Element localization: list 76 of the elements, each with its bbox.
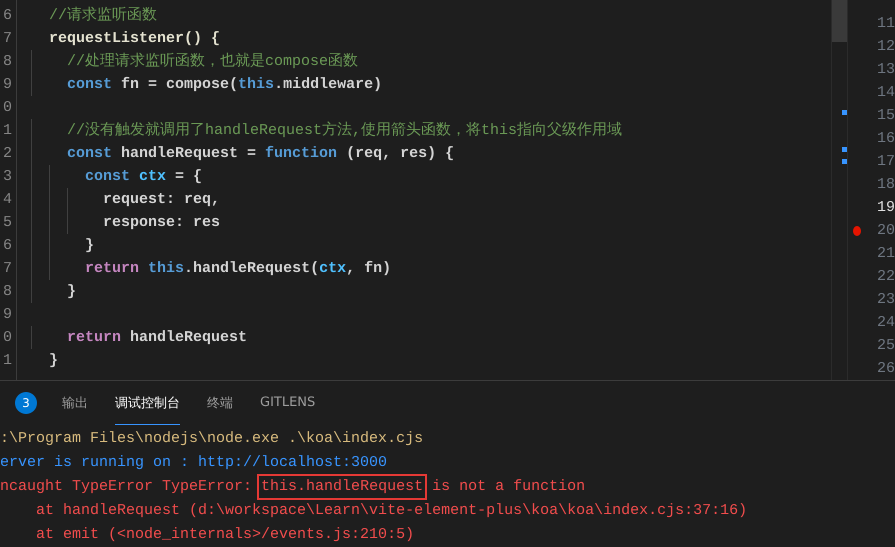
code-comment: //没有触发就调用了handleRequest方法,使用箭头函数，将this指向父级作用域 [66,120,622,141]
code-token: ctx [139,167,166,187]
code-token: handleRequest = [121,144,258,164]
line-number: 26 [876,360,895,377]
line-number: 6 [2,236,12,256]
console-text: at handleRequest (d:\workspace\Learn\vite-element-plus\koa\koa\index.cjs:37:16) [35,501,748,521]
change-marker-icon [842,110,847,115]
line-number: 8 [2,52,12,72]
code-token: this [238,75,274,95]
line-number: 1 [2,351,12,371]
code-token: ctx [319,259,346,279]
console-text: is not a function [431,477,586,497]
line-number: 11 [876,15,895,32]
code-token: response: res [102,213,220,233]
line-number: 24 [876,314,895,331]
code-token: const [66,75,114,95]
line-number: 13 [876,61,895,78]
code-token: handleRequest [130,328,248,348]
line-number: 25 [876,337,895,354]
code-token: requestListener() { [48,29,220,49]
line-number: 21 [876,245,895,262]
line-number: 17 [876,153,895,170]
line-number: 7 [2,259,12,279]
line-number: 18 [876,176,895,193]
code-token: .handleRequest( [184,259,320,279]
code-token: function [265,144,338,164]
code-token: .middleware) [274,75,382,95]
code-token: const [84,167,132,187]
code-token: } [84,236,94,256]
line-number: 5 [2,213,12,233]
line-number: 14 [876,84,895,101]
code-token: const [66,144,114,164]
console-text: :\Program Files\nodejs\node.exe .\koa\index.cjs [0,429,424,449]
console-text: erver is running on : http://localhost:3000 [0,453,388,473]
problem-count-badge: 3 [15,392,37,414]
code-token: this [148,259,184,279]
line-number: 1 [2,121,12,141]
code-token: , fn) [346,259,392,279]
line-number: 16 [876,130,895,147]
line-number: 23 [876,291,895,308]
line-number: 0 [2,328,12,348]
code-token: request: req, [102,190,220,210]
line-number: 4 [2,190,12,210]
code-token: return [84,259,140,279]
line-number: 2 [2,144,12,164]
change-marker-icon [842,159,847,164]
line-number: 9 [2,305,12,325]
line-number: 19 [876,199,895,216]
panel-tab[interactable]: GITLENS [260,381,316,425]
scrollbar-thumb[interactable] [832,0,847,42]
line-number: 8 [2,282,12,302]
line-number: 12 [876,38,895,55]
line-number: 9 [2,75,12,95]
code-token: } [66,282,76,302]
line-number: 15 [876,107,895,124]
line-number: 20 [876,222,895,239]
panel-tab[interactable]: 输出 [62,381,88,425]
code-token: } [48,351,58,371]
code-comment: //请求监听函数 [48,6,158,26]
change-marker-icon [842,147,847,152]
panel-tab[interactable]: 终端 [207,381,233,425]
line-number: 3 [2,167,12,187]
highlighted-text: this.handleRequest [259,476,426,498]
code-token: return [66,328,122,348]
line-number: 22 [876,268,895,285]
console-text: ncaught TypeError TypeError: [0,477,254,497]
console-text: at emit (<node_internals>/events.js:210:5) [35,525,414,545]
breakpoint-icon[interactable] [853,226,861,236]
code-token: (req, res) { [345,144,454,164]
line-number: 0 [2,98,12,118]
line-number: 6 [2,6,12,26]
code-token: = { [174,167,202,187]
code-token: fn = compose( [121,75,238,95]
line-number: 7 [2,29,12,49]
code-comment: //处理请求监听函数，也就是compose函数 [66,52,358,72]
panel-tab[interactable]: 调试控制台 [115,381,180,425]
